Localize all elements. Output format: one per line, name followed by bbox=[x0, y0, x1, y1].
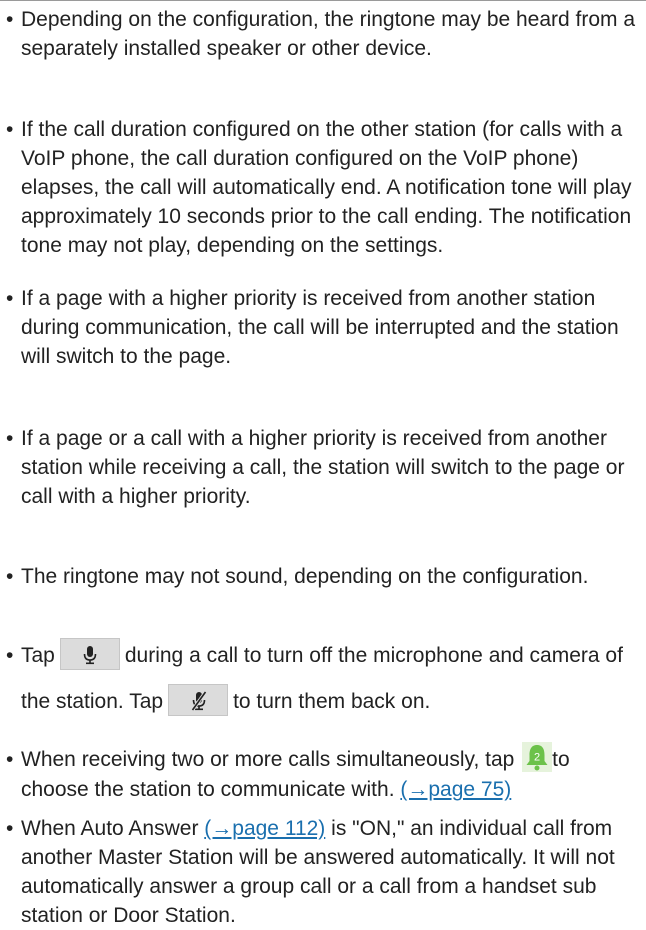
microphone-off-icon bbox=[191, 691, 207, 712]
microphone-icon bbox=[83, 646, 97, 665]
item-text: When Auto Answer (→page 112) is "ON," an… bbox=[21, 817, 615, 927]
item-text: If a page with a higher priority is rece… bbox=[21, 287, 619, 368]
bullet: • bbox=[6, 427, 14, 450]
top-divider bbox=[0, 0, 646, 1]
item-text: Tap during a call to turn off the microph… bbox=[21, 633, 642, 725]
page-75-link[interactable]: (→page 75) bbox=[400, 778, 511, 801]
bullet: • bbox=[6, 644, 14, 667]
bullet: • bbox=[6, 287, 14, 310]
bullet: • bbox=[6, 8, 14, 31]
list-item: • If a page or a call with a higher prio… bbox=[6, 424, 642, 511]
item-text: If a page or a call with a higher priori… bbox=[21, 427, 625, 508]
page-112-link[interactable]: (→page 112) bbox=[204, 817, 325, 840]
list-item: • Depending on the configuration, the ri… bbox=[6, 5, 642, 63]
list-item: • When receiving two or more calls simul… bbox=[6, 742, 642, 804]
bell-button[interactable]: 2 bbox=[522, 742, 553, 773]
item-text: When receiving two or more calls simulta… bbox=[21, 742, 642, 804]
microphone-button[interactable] bbox=[59, 638, 120, 671]
item-text: Depending on the configuration, the ring… bbox=[21, 8, 636, 60]
bullet: • bbox=[6, 748, 14, 771]
bell-2-icon: 2 bbox=[522, 742, 553, 773]
list-item: • Tap during a call to turn off the micro… bbox=[6, 633, 642, 725]
item-text: If the call duration configured on the o… bbox=[21, 118, 632, 257]
list-item: • The ringtone may not sound, depending … bbox=[6, 562, 642, 591]
bullet: • bbox=[6, 565, 14, 588]
bullet: • bbox=[6, 817, 14, 840]
microphone-off-button[interactable] bbox=[168, 684, 229, 717]
list-item: • When Auto Answer (→page 112) is "ON," … bbox=[6, 814, 642, 930]
svg-text:2: 2 bbox=[534, 752, 540, 764]
list-item: • If the call duration configured on the… bbox=[6, 115, 642, 260]
list-item: • If a page with a higher priority is re… bbox=[6, 284, 642, 371]
bullet: • bbox=[6, 118, 14, 141]
item-text: The ringtone may not sound, depending on… bbox=[21, 565, 589, 588]
